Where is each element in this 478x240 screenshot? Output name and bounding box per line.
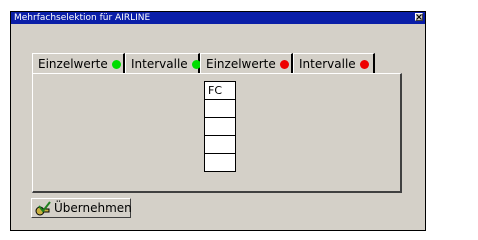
tab-intervalle-exclude[interactable]: Intervalle (293, 53, 375, 74)
status-dot-icon (111, 60, 121, 69)
table-row (204, 117, 236, 136)
tab-label: Einzelwerte (206, 57, 276, 71)
table-row: FC (204, 81, 236, 100)
multi-selection-dialog: Mehrfachselektion für AIRLINE Einzelwert… (10, 11, 426, 231)
checkmark-key-icon (35, 201, 51, 216)
value-cell[interactable]: FC (204, 81, 236, 100)
tab-einzelwerte-include[interactable]: Einzelwerte (32, 53, 125, 74)
window-title: Mehrfachselektion für AIRLINE (14, 13, 151, 23)
tab-label: Einzelwerte (38, 57, 108, 71)
table-row (204, 99, 236, 118)
tab-intervalle-include[interactable]: Intervalle (125, 53, 201, 74)
title-bar: Mehrfachselektion für AIRLINE (11, 12, 425, 24)
apply-button-label: Übernehmen (54, 201, 132, 215)
status-dot-icon (359, 60, 369, 69)
value-cell[interactable] (204, 117, 236, 136)
value-cell[interactable] (204, 153, 236, 172)
value-cell[interactable] (204, 99, 236, 118)
value-cell[interactable] (204, 135, 236, 154)
tab-label: Intervalle (131, 57, 188, 71)
tab-label: Intervalle (299, 57, 356, 71)
close-button[interactable] (415, 13, 423, 21)
status-dot-icon (279, 60, 289, 69)
close-icon (416, 14, 422, 20)
apply-button[interactable]: Übernehmen (31, 198, 132, 218)
value-table: FC (204, 81, 236, 172)
table-row (204, 153, 236, 172)
tab-einzelwerte-exclude[interactable]: Einzelwerte (200, 53, 293, 74)
table-row (204, 135, 236, 154)
